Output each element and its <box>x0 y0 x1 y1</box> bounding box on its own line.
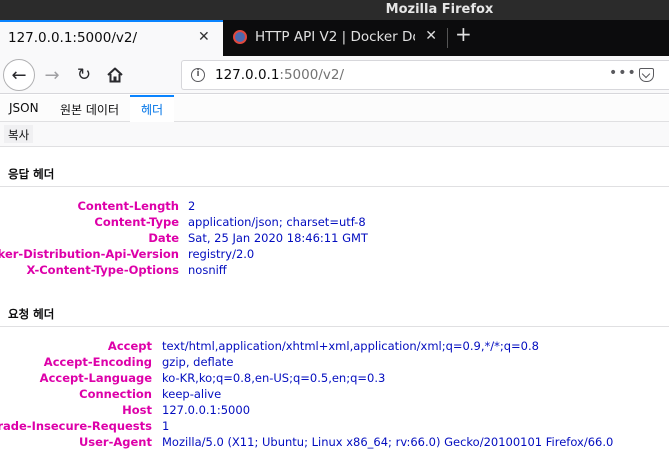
header-row: Docker-Distribution-Api-Version registry… <box>0 246 669 262</box>
window-title: Mozilla Firefox <box>385 2 494 17</box>
header-name: Accept <box>107 339 152 353</box>
header-row: Accept-Language ko-KR,ko;q=0.8,en-US;q=0… <box>0 370 669 386</box>
header-row: Upgrade-Insecure-Requests 1 <box>0 418 669 434</box>
json-viewer-tabs: JSON 원본 데이터 헤더 <box>0 95 669 122</box>
site-info-icon[interactable]: i <box>191 68 205 82</box>
window-titlebar: Mozilla Firefox <box>0 0 669 20</box>
tab-json[interactable]: JSON <box>9 95 39 122</box>
reload-icon[interactable]: ↻ <box>71 62 97 88</box>
tab-strip: 127.0.0.1:5000/v2/ ✕ HTTP API V2 | Docke… <box>0 20 669 56</box>
header-name: Docker-Distribution-Api-Version <box>0 247 179 261</box>
header-value: application/json; charset=utf-8 <box>188 215 366 229</box>
home-icon[interactable] <box>102 62 128 88</box>
header-value: Mozilla/5.0 (X11; Ubuntu; Linux x86_64; … <box>162 435 614 449</box>
tab-label: 127.0.0.1:5000/v2/ <box>8 30 137 46</box>
header-value: 127.0.0.1:5000 <box>162 403 251 417</box>
section-divider <box>0 186 669 187</box>
header-row: X-Content-Type-Options nosniff <box>0 262 669 278</box>
docker-favicon-icon <box>233 30 247 44</box>
tab-docker-docs[interactable]: HTTP API V2 | Docker Do ✕ <box>223 20 447 56</box>
tab-headers[interactable]: 헤더 <box>130 95 174 122</box>
close-icon[interactable]: ✕ <box>425 28 437 44</box>
header-value: gzip, deflate <box>162 355 234 369</box>
header-value: registry/2.0 <box>188 247 255 261</box>
url-bar[interactable]: i 127.0.0.1:5000/v2/ ••• <box>181 60 669 90</box>
header-value: text/html,application/xhtml+xml,applicat… <box>162 339 539 353</box>
header-value: 1 <box>162 419 170 433</box>
header-row: Content-Length 2 <box>0 198 669 214</box>
header-value: ko-KR,ko;q=0.8,en-US;q=0.5,en;q=0.3 <box>162 371 386 385</box>
copy-button[interactable]: 복사 <box>4 125 34 143</box>
header-row: Date Sat, 25 Jan 2020 18:46:11 GMT <box>0 230 669 246</box>
header-name: Accept-Language <box>39 371 152 385</box>
header-value: 2 <box>188 199 196 213</box>
pocket-icon[interactable] <box>639 68 654 82</box>
back-arrow-icon[interactable]: ← <box>3 59 35 91</box>
url-path: :5000/v2/ <box>279 67 345 83</box>
header-name: Connection <box>79 387 152 401</box>
header-name: Content-Type <box>94 215 179 229</box>
header-row: Content-Type application/json; charset=u… <box>0 214 669 230</box>
header-name: Host <box>122 403 152 417</box>
header-name: Content-Length <box>77 199 179 213</box>
response-headers-title: 응답 헤더 <box>8 167 55 181</box>
header-row: Accept-Encoding gzip, deflate <box>0 354 669 370</box>
page-actions-menu-icon[interactable]: ••• <box>609 65 637 81</box>
header-row: User-Agent Mozilla/5.0 (X11; Ubuntu; Lin… <box>0 434 669 450</box>
header-value: keep-alive <box>162 387 222 401</box>
tab-separator <box>447 28 448 48</box>
url-text[interactable]: 127.0.0.1:5000/v2/ <box>215 67 344 83</box>
tab-raw-data[interactable]: 원본 데이터 <box>60 95 119 122</box>
url-host: 127.0.0.1 <box>215 67 280 83</box>
header-row: Connection keep-alive <box>0 386 669 402</box>
header-name: Upgrade-Insecure-Requests <box>0 419 152 433</box>
header-value: Sat, 25 Jan 2020 18:46:11 GMT <box>188 231 368 245</box>
navigation-toolbar: ← → ↻ i 127.0.0.1:5000/v2/ ••• <box>0 56 669 94</box>
header-name: User-Agent <box>78 435 152 449</box>
headers-toolbar: 복사 <box>0 122 669 147</box>
tab-localhost[interactable]: 127.0.0.1:5000/v2/ ✕ <box>0 20 223 56</box>
header-name: Date <box>148 231 179 245</box>
header-name: X-Content-Type-Options <box>26 263 179 277</box>
section-divider <box>0 326 669 327</box>
header-row: Accept text/html,application/xhtml+xml,a… <box>0 338 669 354</box>
header-value: nosniff <box>188 263 227 277</box>
forward-arrow-icon[interactable]: → <box>39 62 65 88</box>
request-headers-title: 요청 헤더 <box>8 307 55 321</box>
close-icon[interactable]: ✕ <box>198 29 210 45</box>
header-name: Accept-Encoding <box>43 355 152 369</box>
header-row: Host 127.0.0.1:5000 <box>0 402 669 418</box>
new-tab-plus-icon[interactable]: + <box>455 22 472 46</box>
tab-label: HTTP API V2 | Docker Do <box>255 29 415 45</box>
